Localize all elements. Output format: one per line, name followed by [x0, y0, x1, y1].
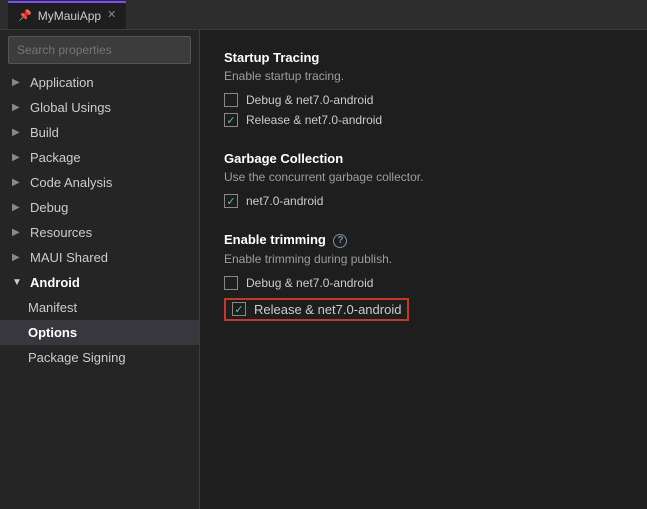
tab-pin-icon: 📌: [18, 9, 32, 22]
arrow-icon: ▶: [12, 152, 24, 163]
arrow-down-icon: ▼: [12, 277, 24, 288]
arrow-icon: ▶: [12, 202, 24, 213]
section-desc-startup-tracing: Enable startup tracing.: [224, 69, 623, 83]
section-desc-gc: Use the concurrent garbage collector.: [224, 170, 623, 184]
checkbox-row-et-debug: Debug & net7.0-android: [224, 276, 623, 290]
tab-label: MyMauiApp: [38, 9, 101, 23]
checkbox-label-et-debug: Debug & net7.0-android: [246, 276, 373, 290]
arrow-icon: ▶: [12, 127, 24, 138]
section-garbage-collection: Garbage Collection Use the concurrent ga…: [224, 151, 623, 208]
sidebar-item-debug[interactable]: ▶ Debug: [0, 195, 199, 220]
sidebar-item-manifest[interactable]: Manifest: [0, 295, 199, 320]
tab-mymauiapp[interactable]: 📌 MyMauiApp ✕: [8, 1, 126, 29]
checkbox-row-st-release: Release & net7.0-android: [224, 113, 623, 127]
search-input[interactable]: [8, 36, 191, 64]
sidebar-label-android: Android: [30, 275, 80, 290]
sidebar-item-maui-shared[interactable]: ▶ MAUI Shared: [0, 245, 199, 270]
sidebar-label-maui-shared: MAUI Shared: [30, 250, 108, 265]
section-title-startup-tracing: Startup Tracing: [224, 50, 623, 65]
section-title-trimming: Enable trimming ?: [224, 232, 623, 248]
checkbox-row-gc-net7: net7.0-android: [224, 194, 623, 208]
sidebar: ▶ Application ▶ Global Usings ▶ Build ▶ …: [0, 30, 200, 509]
arrow-icon: ▶: [12, 102, 24, 113]
sidebar-item-package[interactable]: ▶ Package: [0, 145, 199, 170]
sidebar-label-resources: Resources: [30, 225, 92, 240]
arrow-icon: ▶: [12, 252, 24, 263]
checkbox-st-debug[interactable]: [224, 93, 238, 107]
sidebar-label-code-analysis: Code Analysis: [30, 175, 112, 190]
title-bar: 📌 MyMauiApp ✕: [0, 0, 647, 30]
checkbox-st-release[interactable]: [224, 113, 238, 127]
sidebar-item-application[interactable]: ▶ Application: [0, 70, 199, 95]
section-title-gc: Garbage Collection: [224, 151, 623, 166]
checkbox-label-et-release: Release & net7.0-android: [254, 302, 401, 317]
arrow-icon: ▶: [12, 177, 24, 188]
checkbox-gc-net7[interactable]: [224, 194, 238, 208]
sidebar-item-options[interactable]: Options: [0, 320, 199, 345]
content-area: Startup Tracing Enable startup tracing. …: [200, 30, 647, 509]
sidebar-item-build[interactable]: ▶ Build: [0, 120, 199, 145]
section-desc-trimming: Enable trimming during publish.: [224, 252, 623, 266]
tab-close-icon[interactable]: ✕: [107, 10, 116, 21]
checkbox-label-st-debug: Debug & net7.0-android: [246, 93, 373, 107]
arrow-icon: ▶: [12, 227, 24, 238]
checkbox-row-st-debug: Debug & net7.0-android: [224, 93, 623, 107]
checkbox-label-st-release: Release & net7.0-android: [246, 113, 382, 127]
arrow-icon: ▶: [12, 77, 24, 88]
sidebar-item-package-signing[interactable]: Package Signing: [0, 345, 199, 370]
sidebar-label-package: Package: [30, 150, 81, 165]
section-enable-trimming: Enable trimming ? Enable trimming during…: [224, 232, 623, 321]
sidebar-label-global-usings: Global Usings: [30, 100, 111, 115]
checkbox-row-et-release-highlighted: Release & net7.0-android: [224, 298, 409, 321]
sidebar-label-manifest: Manifest: [28, 300, 77, 315]
sidebar-item-global-usings[interactable]: ▶ Global Usings: [0, 95, 199, 120]
sidebar-item-code-analysis[interactable]: ▶ Code Analysis: [0, 170, 199, 195]
sidebar-label-build: Build: [30, 125, 59, 140]
info-icon: ?: [333, 234, 347, 248]
section-startup-tracing: Startup Tracing Enable startup tracing. …: [224, 50, 623, 127]
sidebar-label-package-signing: Package Signing: [28, 350, 126, 365]
sidebar-label-options: Options: [28, 325, 77, 340]
checkbox-label-gc-net7: net7.0-android: [246, 194, 323, 208]
checkbox-et-debug[interactable]: [224, 276, 238, 290]
main-layout: ▶ Application ▶ Global Usings ▶ Build ▶ …: [0, 30, 647, 509]
sidebar-label-debug: Debug: [30, 200, 68, 215]
sidebar-item-resources[interactable]: ▶ Resources: [0, 220, 199, 245]
sidebar-label-application: Application: [30, 75, 94, 90]
checkbox-et-release[interactable]: [232, 302, 246, 316]
sidebar-item-android[interactable]: ▼ Android: [0, 270, 199, 295]
